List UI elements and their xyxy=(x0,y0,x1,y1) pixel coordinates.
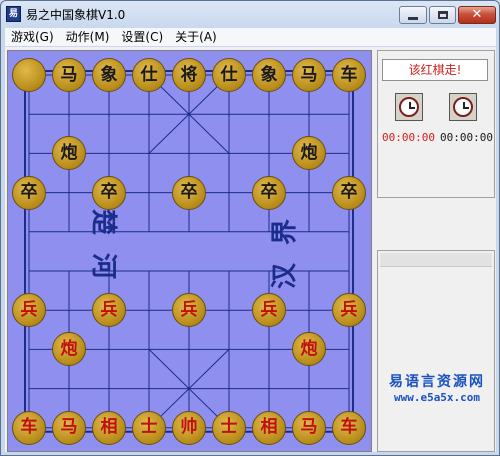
chess-piece[interactable]: 马 xyxy=(292,410,326,445)
maximize-button[interactable] xyxy=(429,6,456,24)
status-panel: 该红棋走! 00:00:00 00:00:00 xyxy=(377,50,495,198)
watermark: 易语言资源网 www.e5a5x.com xyxy=(378,371,496,404)
red-clock xyxy=(395,93,423,121)
chess-piece[interactable]: 炮 xyxy=(292,332,326,367)
black-clock xyxy=(449,93,477,121)
chess-piece[interactable]: 象 xyxy=(92,58,126,92)
minimize-button[interactable] xyxy=(399,6,427,24)
chess-piece[interactable]: 炮 xyxy=(52,136,86,171)
chess-board[interactable]: 楚河 汉界 马象仕将仕象马车炮炮卒卒卒卒卒兵兵兵兵兵炮炮车马相士帅士相马车 xyxy=(7,50,372,452)
piece-selected-empty[interactable] xyxy=(12,58,46,92)
chess-piece[interactable]: 马 xyxy=(292,58,326,92)
move-log-panel[interactable] xyxy=(377,250,495,452)
menu-settings[interactable]: 设置(C) xyxy=(115,28,169,46)
black-timer: 00:00:00 xyxy=(440,131,493,144)
chess-piece[interactable]: 卒 xyxy=(12,175,46,210)
chess-piece[interactable]: 马 xyxy=(52,58,86,92)
app-icon[interactable]: 易 xyxy=(6,6,21,22)
chess-piece[interactable]: 仕 xyxy=(132,58,166,92)
chess-piece[interactable]: 仕 xyxy=(212,58,246,92)
watermark-title: 易语言资源网 xyxy=(389,374,485,390)
app-window: 易 易之中国象棋V1.0 ✕ 游戏(G) 动作(M) 设置(C) 关于(A) 楚… xyxy=(0,0,500,456)
chess-piece[interactable]: 卒 xyxy=(252,175,286,210)
chess-piece[interactable]: 兵 xyxy=(332,293,366,328)
chess-piece[interactable]: 相 xyxy=(252,410,286,445)
window-title: 易之中国象棋V1.0 xyxy=(26,8,126,22)
chess-piece[interactable]: 卒 xyxy=(172,175,206,210)
chess-piece[interactable]: 炮 xyxy=(292,136,326,171)
menu-action[interactable]: 动作(M) xyxy=(60,28,116,46)
chess-piece[interactable]: 士 xyxy=(132,410,166,445)
watermark-url: www.e5a5x.com xyxy=(393,391,481,404)
close-icon: ✕ xyxy=(471,7,483,22)
maximize-icon xyxy=(437,11,448,19)
menu-game[interactable]: 游戏(G) xyxy=(5,28,60,46)
chess-piece[interactable]: 士 xyxy=(212,410,246,445)
chess-piece[interactable]: 卒 xyxy=(92,175,126,210)
chess-piece[interactable]: 兵 xyxy=(172,293,206,328)
chess-piece[interactable]: 马 xyxy=(52,410,86,445)
menu-bar: 游戏(G) 动作(M) 设置(C) 关于(A) xyxy=(5,28,496,46)
chess-piece[interactable]: 兵 xyxy=(252,293,286,328)
red-timer: 00:00:00 xyxy=(382,131,435,144)
turn-indicator: 该红棋走! xyxy=(382,59,488,81)
clock-icon xyxy=(453,97,473,117)
chess-piece[interactable]: 将 xyxy=(172,58,206,92)
minimize-icon xyxy=(408,16,418,20)
chess-piece[interactable]: 兵 xyxy=(12,293,46,328)
piece-layer: 马象仕将仕象马车炮炮卒卒卒卒卒兵兵兵兵兵炮炮车马相士帅士相马车 xyxy=(8,51,373,453)
chess-piece[interactable]: 卒 xyxy=(332,175,366,210)
title-bar[interactable]: 易 易之中国象棋V1.0 ✕ xyxy=(1,1,499,28)
chess-piece[interactable]: 相 xyxy=(92,410,126,445)
chess-piece[interactable]: 炮 xyxy=(52,332,86,367)
close-button[interactable]: ✕ xyxy=(458,6,496,24)
chess-piece[interactable]: 帅 xyxy=(172,410,206,445)
chess-piece[interactable]: 车 xyxy=(332,58,366,92)
chess-piece[interactable]: 象 xyxy=(252,58,286,92)
chess-piece[interactable]: 兵 xyxy=(92,293,126,328)
clock-icon xyxy=(399,97,419,117)
chess-piece[interactable]: 车 xyxy=(332,410,366,445)
menu-about[interactable]: 关于(A) xyxy=(169,28,223,46)
chess-piece[interactable]: 车 xyxy=(12,410,46,445)
move-log-header xyxy=(380,253,492,267)
